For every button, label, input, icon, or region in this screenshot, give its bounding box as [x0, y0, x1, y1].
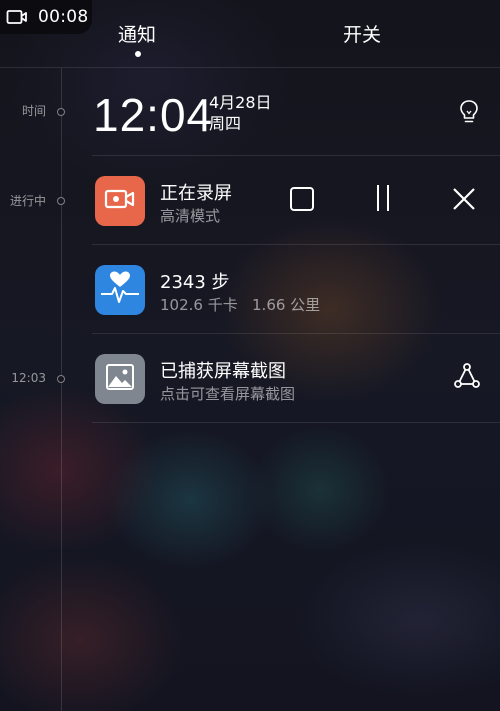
health-app-icon: [95, 265, 145, 315]
status-bar: 00:08: [0, 0, 92, 34]
timeline-dot: [57, 108, 65, 116]
timeline-dot: [57, 197, 65, 205]
share-icon: [453, 362, 481, 394]
row-divider: [92, 422, 500, 423]
screenshot-subtitle: 点击可查看屏幕截图: [160, 385, 296, 403]
screen-recorder-app-icon: [95, 176, 145, 226]
image-icon: [105, 363, 135, 395]
stop-button[interactable]: [287, 186, 317, 216]
health-steps: 2343 步: [160, 272, 230, 293]
clock-date: 4月28日 周四: [209, 92, 272, 134]
active-tab-indicator: [135, 51, 141, 57]
share-button[interactable]: [452, 363, 482, 393]
clock-time: 12:04: [93, 89, 214, 141]
health-stats: 102.6 千卡 1.66 公里: [160, 296, 321, 314]
row-divider: [92, 333, 500, 334]
screen-record-icon: [6, 9, 28, 25]
timeline-label-1203: 12:03: [11, 371, 46, 385]
recording-title: 正在录屏: [160, 183, 232, 204]
status-time: 00:08: [38, 7, 89, 27]
heart-pulse-icon: [100, 271, 140, 309]
screenshot-app-icon: [95, 354, 145, 404]
tab-notifications[interactable]: 通知: [118, 20, 156, 47]
row-divider: [92, 244, 500, 245]
row-divider: [92, 155, 500, 156]
close-icon: [451, 186, 477, 216]
tab-switches[interactable]: 开关: [343, 20, 381, 47]
recording-subtitle: 高清模式: [160, 207, 221, 225]
date-text: 4月28日: [209, 93, 272, 112]
header-divider: [0, 67, 500, 68]
pause-button[interactable]: [368, 184, 398, 216]
timeline-dot: [57, 375, 65, 383]
timeline-line: [61, 68, 62, 711]
timeline-label-time: 时间: [21, 104, 46, 118]
pause-icon: [373, 183, 393, 217]
video-camera-icon: [104, 187, 136, 215]
weekday-text: 周四: [209, 114, 242, 133]
lightbulb-icon[interactable]: [456, 98, 482, 126]
close-button[interactable]: [449, 186, 479, 216]
stop-icon: [289, 186, 315, 216]
screenshot-title: 已捕获屏幕截图: [160, 361, 286, 382]
timeline-label-ongoing: 进行中: [9, 194, 46, 208]
